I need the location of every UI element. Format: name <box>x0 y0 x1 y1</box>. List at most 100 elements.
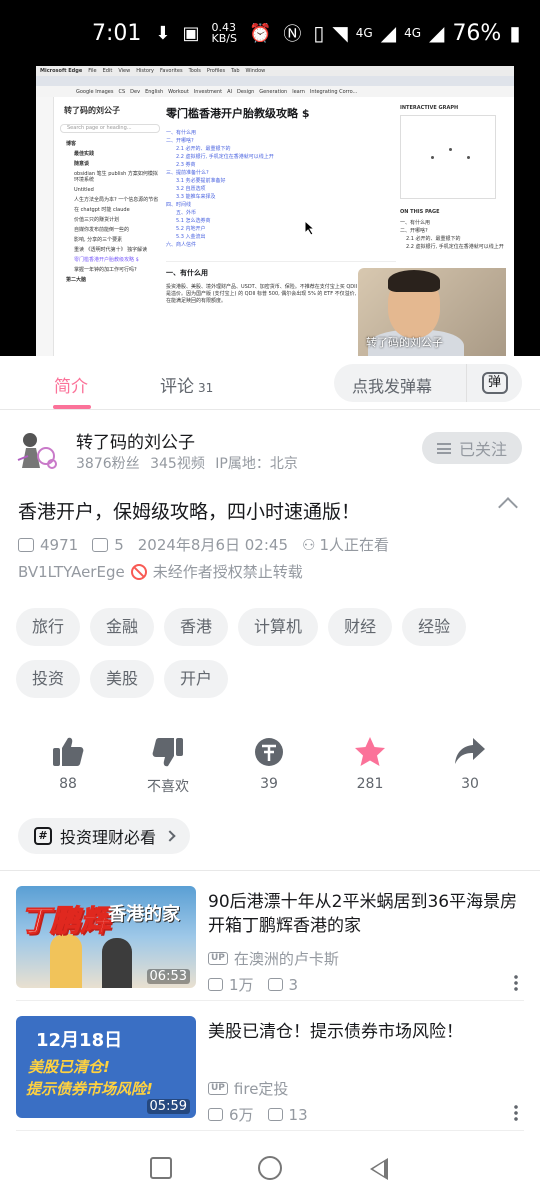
toc-item: 五、外币 <box>176 210 197 216</box>
status-time: 7:01 <box>92 20 142 46</box>
coin-button[interactable]: 39 <box>229 736 309 792</box>
more-options-icon[interactable] <box>514 1104 518 1122</box>
thumbs-up-icon <box>53 737 84 766</box>
tree-item: 人生方法全局为本? 一个信息源的节省 <box>74 197 159 203</box>
avatar[interactable] <box>16 430 60 470</box>
tag-chip[interactable]: 经验 <box>402 608 467 646</box>
image-icon: ▣ <box>182 22 200 44</box>
interactive-graph <box>400 115 496 199</box>
tree-item: 在 chatgpt 时能 claude <box>74 207 130 213</box>
tree-item: 博客 <box>66 141 77 147</box>
share-button[interactable]: 30 <box>430 736 510 792</box>
signal-icon: ◢ <box>380 21 397 45</box>
danmaku-count-icon <box>267 978 283 991</box>
toc-item: 3.3 能推车来择及 <box>176 194 216 200</box>
tree-item: 自媒你发布前能倒一些的 <box>74 227 130 233</box>
follow-button[interactable]: 已关注 <box>422 432 522 464</box>
bookmark: Design <box>237 88 255 95</box>
tag-chip[interactable]: 财经 <box>328 608 393 646</box>
home-icon[interactable] <box>258 1156 282 1180</box>
tag-chip[interactable]: 开户 <box>164 660 229 698</box>
uploader-name[interactable]: 转了码的刘公子 <box>76 428 195 453</box>
tab-intro[interactable]: 简介 <box>54 372 88 397</box>
hashtag-icon: # <box>34 827 52 845</box>
like-count: 88 <box>59 776 77 792</box>
video-thumbnail[interactable]: 丁鹏辉 香港的家 06:53 <box>16 886 196 988</box>
dislike-label: 不喜欢 <box>147 779 189 795</box>
divider <box>16 1130 524 1131</box>
bookmark: Dev <box>130 88 141 95</box>
video-title[interactable]: 美股已清仓！提示债券市场风险！ <box>208 1020 524 1044</box>
back-icon[interactable] <box>370 1158 388 1180</box>
up-badge-icon: UP <box>208 1082 228 1095</box>
webcam-overlay: 转了码的刘公子 <box>358 268 506 356</box>
video-count: 345视频 <box>150 456 205 472</box>
toc-item: 一、有什么用 <box>166 130 197 136</box>
tab-comments[interactable]: 评论 31 <box>160 372 213 397</box>
video-player[interactable]: Microsoft Edge File Edit View History Fa… <box>0 66 540 356</box>
like-button[interactable]: 88 <box>28 736 108 792</box>
topic-label: 投资理财必看 <box>60 828 157 847</box>
toc-item: 3.2 自愿选项 <box>176 186 206 192</box>
tag-chip[interactable]: 投资 <box>16 660 81 698</box>
tree-item: 掌握一年钟的加工作可行吗? <box>74 267 137 273</box>
recommended-video[interactable]: 丁鹏辉 香港的家 06:53 90后港漂十年从2平米蜗居到36平海景房 开箱丁鹏… <box>16 886 524 1001</box>
wifi-icon: ◥ <box>332 21 348 45</box>
tag-chip[interactable]: 美股 <box>90 660 155 698</box>
onpage-item: 2.2 虚拟银行, 手机定位在香港就可以线上开 <box>406 244 504 250</box>
danmaku-input[interactable]: 点我发弹幕 弹 <box>334 364 522 402</box>
chevron-up-icon[interactable] <box>498 497 518 517</box>
tag-chip[interactable]: 香港 <box>164 608 229 646</box>
danmaku-toggle-button[interactable]: 弹 <box>466 364 522 402</box>
video-title: 香港开户，保姆级攻略，四小时速通版！ <box>18 501 361 523</box>
toc-item: 5.3 入金流出 <box>176 234 206 240</box>
video-watermark: 转了码的刘公子 <box>366 336 443 349</box>
bookmark: CS <box>118 88 126 95</box>
toc-item: 5.2 内地开户 <box>176 226 206 232</box>
tab-comments-label: 评论 <box>160 377 194 397</box>
up-badge-icon: UP <box>208 952 228 965</box>
divider <box>16 1000 524 1001</box>
toc-item: 三、提前准备什么? <box>166 170 209 176</box>
nfc-icon: Ⓝ <box>283 24 302 45</box>
chevron-right-icon <box>164 830 176 842</box>
more-options-icon[interactable] <box>514 974 518 992</box>
recents-icon[interactable] <box>150 1157 172 1179</box>
doc-toc: 一、有什么用 二、开哪啥? 2.1 必开的、最重银下的 2.2 虚拟银行, 手机… <box>166 129 396 249</box>
uploader-row: 转了码的刘公子 3876粉丝 345视频 IP属地：北京 已关注 <box>0 416 540 482</box>
danmaku-placeholder: 点我发弹幕 <box>352 377 433 396</box>
graph-title: INTERACTIVE GRAPH <box>400 105 459 111</box>
tree-item: 影响, 分享的三个要素 <box>74 237 123 243</box>
dislike-button[interactable]: 不喜欢 <box>128 736 208 795</box>
tag-chip[interactable]: 金融 <box>90 608 155 646</box>
tag-chip[interactable]: 旅行 <box>16 608 81 646</box>
video-stats: 4971 5 2024年8月6日 02:45 ⚇ 1人正在看 <box>18 534 389 555</box>
video-thumbnail[interactable]: 12月18日 美股已清仓! 提示债券市场风险! 05:59 <box>16 1016 196 1118</box>
favorite-button[interactable]: 281 <box>330 736 410 792</box>
recommended-video[interactable]: 12月18日 美股已清仓! 提示债券市场风险! 05:59 美股已清仓！提示债券… <box>16 1016 524 1131</box>
vault-title: 转了码的刘公子 <box>64 106 120 115</box>
favorite-count: 281 <box>356 776 384 792</box>
watching-now: 1人正在看 <box>319 536 389 554</box>
video-title[interactable]: 90后港漂十年从2平米蜗居到36平海景房 开箱丁鹏辉香港的家 <box>208 890 524 938</box>
action-bar: 88 不喜欢 39 281 30 <box>0 736 540 796</box>
tag-chip[interactable]: 计算机 <box>238 608 319 646</box>
danmaku-count: 5 <box>114 535 124 554</box>
uploader-info: UP fire定投 <box>208 1078 288 1099</box>
content-tabs: 简介 评论 31 点我发弹幕 弹 <box>0 356 540 410</box>
tree-item: obsidian 笔生 publish 方案如何模拟环境系统 <box>74 171 158 183</box>
coin-icon <box>255 738 283 766</box>
publish-date: 2024年8月6日 02:45 <box>137 536 288 554</box>
tree-item-active: 零门槛香港开户胎教级攻略 $ <box>74 257 139 263</box>
video-frame: Microsoft Edge File Edit View History Fa… <box>36 66 514 356</box>
toc-item: 5.1 怎么选券商 <box>176 218 211 224</box>
alarm-icon: ⏰ <box>248 22 272 44</box>
thumb-text: 美股已清仓! <box>28 1058 110 1076</box>
browser-menubar: Microsoft Edge File Edit View History Fa… <box>36 66 514 76</box>
uploader-meta: 3876粉丝 345视频 IP属地：北京 <box>76 453 298 473</box>
share-count: 30 <box>461 776 479 792</box>
topic-chip[interactable]: # 投资理财必看 <box>18 818 191 854</box>
browser-tabs <box>36 76 514 86</box>
bookmark: English <box>145 88 164 95</box>
danmaku-count: 13 <box>288 1105 308 1124</box>
